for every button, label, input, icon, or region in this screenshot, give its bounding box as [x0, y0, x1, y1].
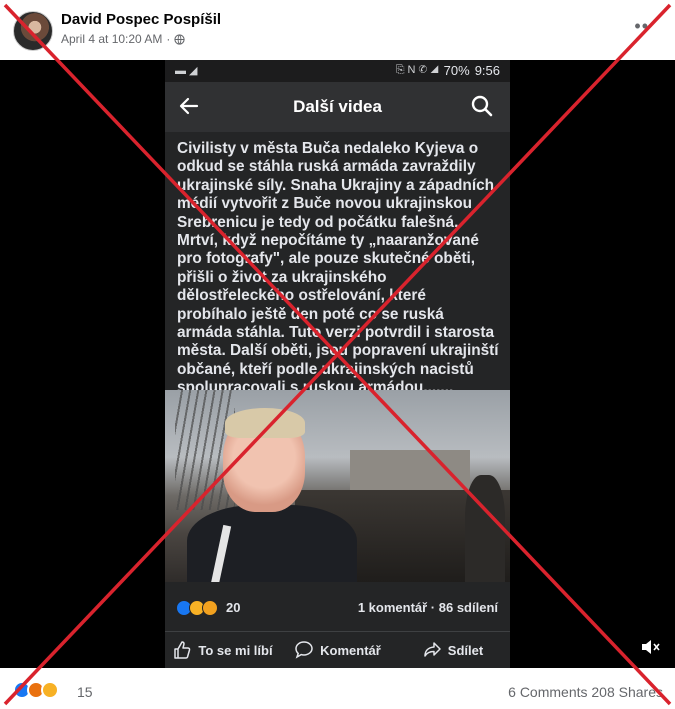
wow-reaction-icon — [202, 600, 218, 616]
status-bar: ▬ ◢ ⎘ N ✆ ◢ 70% 9:56 — [165, 60, 510, 82]
search-icon[interactable] — [470, 94, 494, 118]
clock: 9:56 — [474, 63, 500, 78]
like-label: To se mi líbí — [198, 642, 273, 658]
battery-level: 70% — [443, 63, 470, 78]
post-header: David Pospec Pospíšil April 4 at 10:20 A… — [0, 0, 675, 60]
comments-count[interactable]: 6 Comments — [508, 684, 587, 700]
comment-button[interactable]: Komentář — [280, 632, 395, 668]
post-footer: 15 6 Comments 208 Shares — [0, 668, 675, 709]
reaction-count[interactable]: 20 — [226, 600, 240, 615]
phone-screenshot: ▬ ◢ ⎘ N ✆ ◢ 70% 9:56 Další videa Civilis… — [165, 60, 510, 668]
like-button[interactable]: To se mi líbí — [165, 632, 280, 668]
status-right-icons: ⎘ N ✆ ◢ — [395, 64, 439, 76]
status-left-icons: ▬ ◢ — [175, 65, 198, 77]
footer-reaction-icons[interactable] — [13, 681, 59, 699]
share-label: Sdílet — [447, 642, 484, 658]
video-frame-hair — [225, 408, 305, 438]
globe-icon — [174, 33, 186, 45]
comment-icon — [295, 641, 313, 659]
video-frame-bystander — [465, 475, 505, 582]
more-dots-icon[interactable]: •• — [634, 16, 649, 37]
post-caption: Civilisty v města Buča nedaleko Kyjeva o… — [165, 132, 510, 396]
page-title: Další videa — [293, 97, 382, 116]
comment-share-stats[interactable]: 1 komentář · 86 sdílení — [358, 600, 498, 615]
facebook-post: David Pospec Pospíšil April 4 at 10:20 A… — [0, 0, 675, 709]
poster-name[interactable]: David Pospec Pospíšil — [61, 11, 221, 28]
thumbs-up-icon — [174, 641, 191, 659]
video-player[interactable]: ▬ ◢ ⎘ N ✆ ◢ 70% 9:56 Další videa Civilis… — [0, 60, 675, 668]
post-timestamp[interactable]: April 4 at 10:20 AM — [61, 32, 162, 46]
share-icon — [424, 642, 441, 657]
footer-stats: 6 Comments 208 Shares — [508, 684, 663, 700]
reactions-bar: 20 1 komentář · 86 sdílení — [165, 582, 510, 632]
shares-count[interactable]: 208 Shares — [591, 684, 663, 700]
mute-icon[interactable] — [639, 636, 661, 658]
sad-reaction-icon — [41, 681, 59, 699]
app-top-bar: Další videa — [165, 82, 510, 132]
footer-reaction-count[interactable]: 15 — [77, 684, 93, 700]
action-bar: To se mi líbí Komentář Sdílet — [165, 632, 510, 668]
caption-text: Civilisty v města Buča nedaleko Kyjeva o… — [177, 140, 499, 397]
avatar[interactable] — [13, 11, 53, 51]
post-meta: April 4 at 10:20 AM · — [61, 32, 186, 46]
reaction-icons[interactable] — [176, 600, 218, 616]
comment-label: Komentář — [320, 642, 381, 658]
share-button[interactable]: Sdílet — [395, 632, 510, 668]
video-frame[interactable] — [165, 390, 510, 582]
